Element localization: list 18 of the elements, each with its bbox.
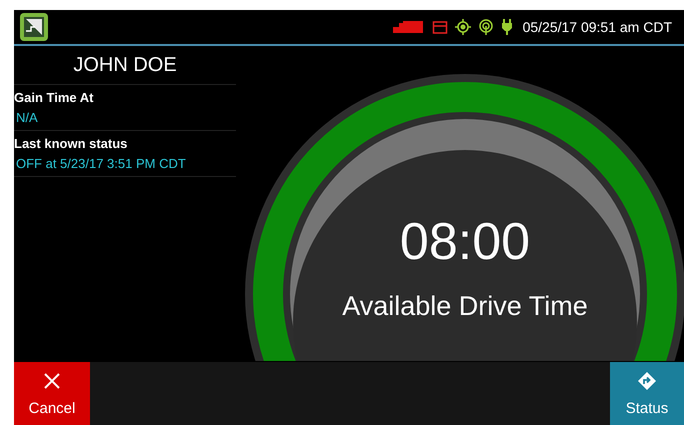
field-label: Last known status <box>14 135 128 153</box>
close-icon <box>43 372 61 390</box>
app-icon[interactable] <box>20 13 48 41</box>
date-time: 05/25/17 09:51 am CDT <box>522 18 672 36</box>
field-label: Gain Time At <box>14 89 94 107</box>
driver-name: JOHN DOE <box>14 46 236 85</box>
box-icon <box>432 19 448 35</box>
field-value: OFF at 5/23/17 3:51 PM CDT <box>15 154 187 172</box>
drive-time-value: 08:00 <box>400 216 530 268</box>
plug-icon <box>500 19 513 35</box>
truck-icon <box>392 19 425 35</box>
cancel-button[interactable]: Cancel <box>14 362 90 425</box>
gps-target-icon <box>454 19 471 35</box>
direction-sign-icon <box>638 372 656 390</box>
status-button[interactable]: Status <box>610 362 684 425</box>
drive-time-caption: Available Drive Time <box>342 290 588 323</box>
signal-icon <box>478 19 494 35</box>
field-value: N/A <box>15 108 39 126</box>
